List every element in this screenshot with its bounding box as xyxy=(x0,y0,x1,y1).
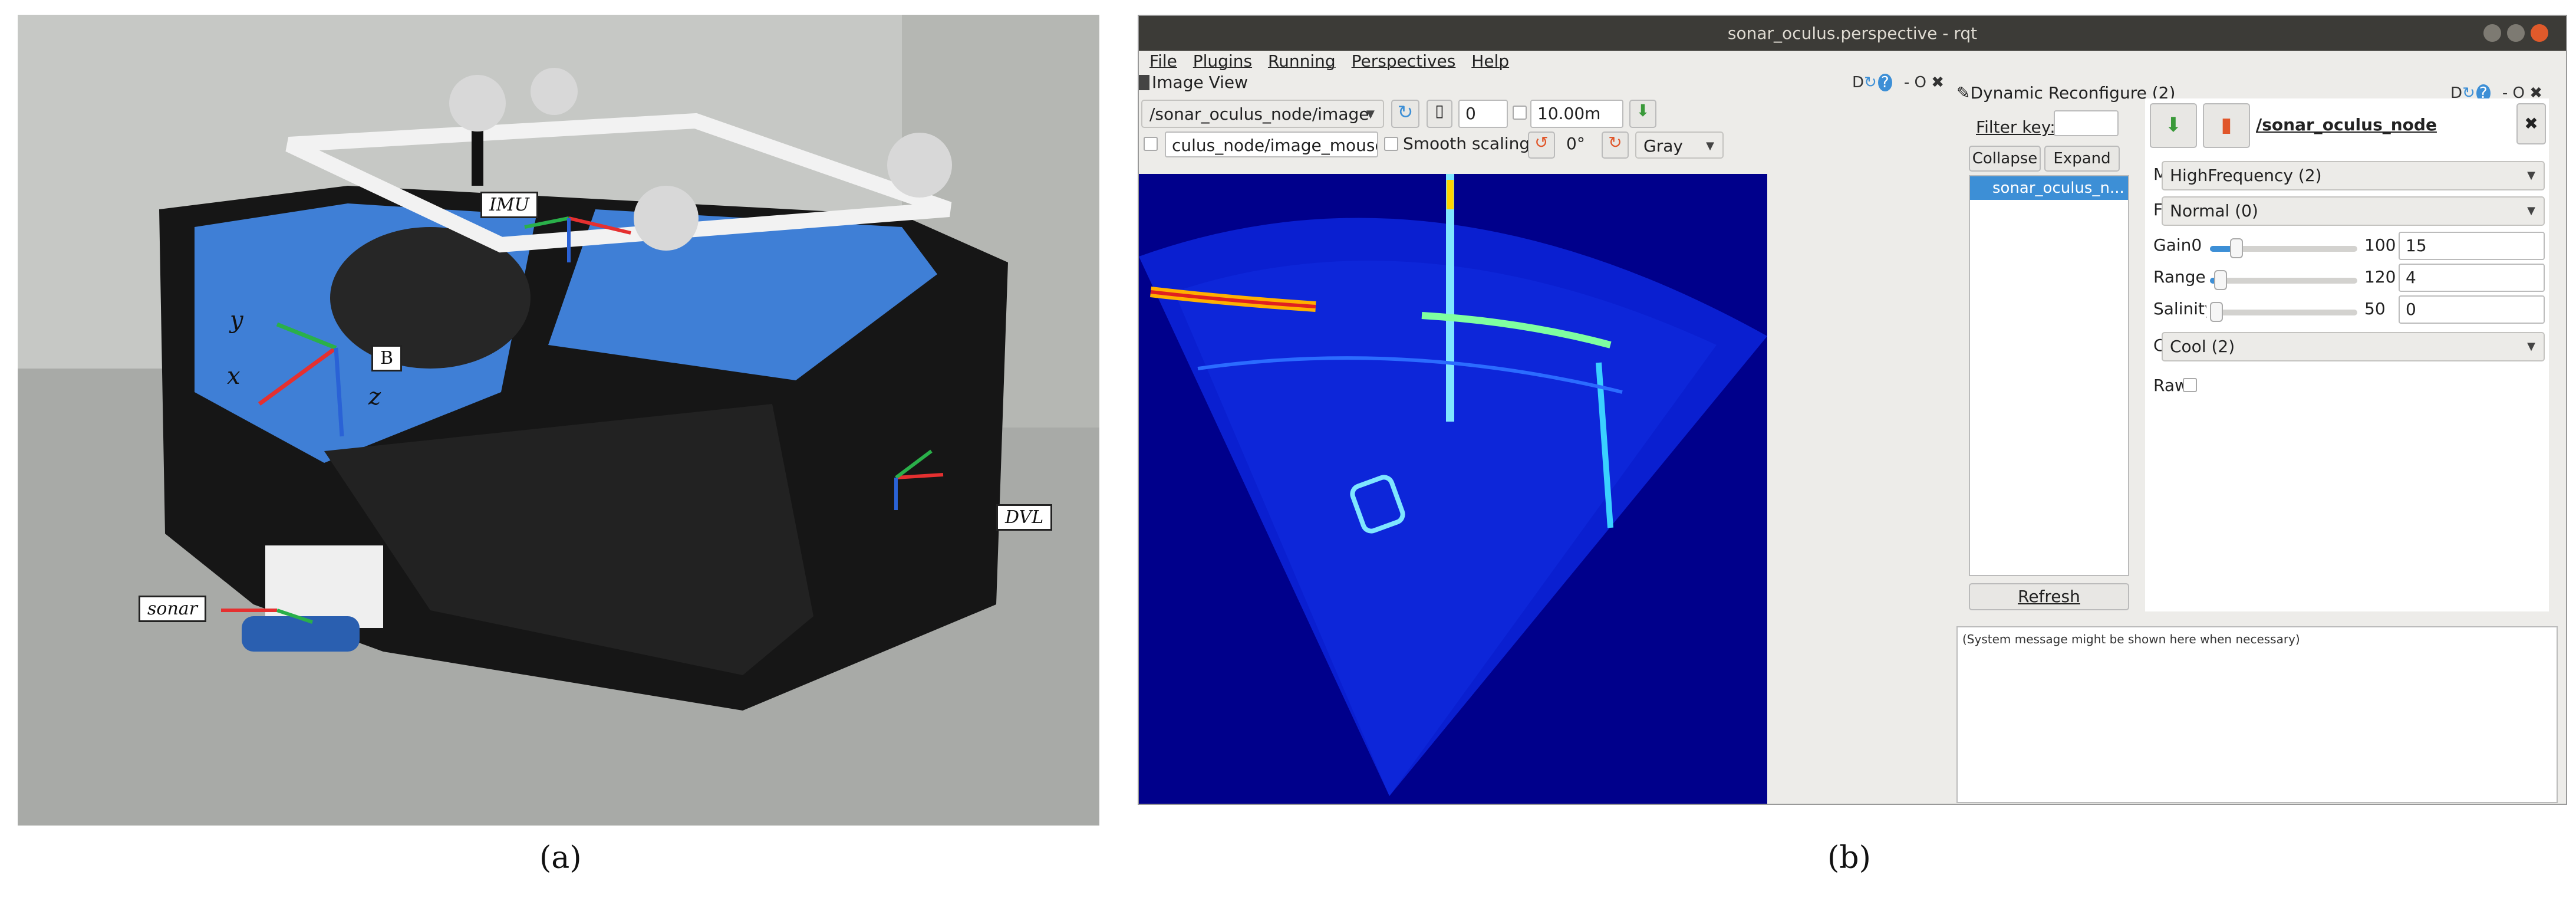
dvl-label: DVL xyxy=(996,504,1053,531)
expand-all-button[interactable]: Expand all xyxy=(2044,146,2120,191)
range-label-text: Range xyxy=(2153,267,2206,287)
gain-min: 0 xyxy=(2191,235,2202,255)
mode-value: HighFrequency (2) xyxy=(2170,166,2322,185)
salinity-label: Salinity xyxy=(2153,299,2206,318)
topic-value: /sonar_oculus_node/image xyxy=(1149,104,1369,124)
window-title: sonar_oculus.perspective - rqt xyxy=(1727,24,1978,43)
gain-max: 100 xyxy=(2364,235,2396,255)
mode-select[interactable]: HighFrequency (2) ▼ xyxy=(2162,161,2545,190)
salinity-label-text: Salinity xyxy=(2153,299,2206,318)
load-params-button[interactable]: ▮ xyxy=(2203,103,2250,148)
node-tree-item[interactable]: sonar_oculus_n... xyxy=(1970,176,2128,200)
gain-input[interactable]: 15 xyxy=(2399,232,2545,260)
sonar-fan-image xyxy=(1139,174,1767,804)
gain-label-text: Gain xyxy=(2153,235,2192,255)
chevron-down-icon: ▼ xyxy=(2527,340,2535,353)
spin-box[interactable]: 0 xyxy=(1458,100,1508,128)
menu-file[interactable]: File xyxy=(1149,51,1177,71)
rotation-value: 0° xyxy=(1566,134,1585,153)
salinity-slider-handle[interactable] xyxy=(2210,302,2223,322)
collapse-all-button[interactable]: Collapse all xyxy=(1969,146,2041,191)
gain-slider[interactable] xyxy=(2210,238,2357,258)
ping-rate-select[interactable]: Normal (0) ▼ xyxy=(2162,196,2545,226)
dynamic-reconfigure-title: ✎Dynamic Reconfigure (2) xyxy=(1956,83,2175,103)
system-message-text: (System message might be shown here when… xyxy=(1962,632,2300,646)
range-input[interactable]: 4 xyxy=(2399,264,2545,292)
edit-icon: ✎ xyxy=(1956,83,1971,103)
close-node-button[interactable]: ✖ xyxy=(2516,103,2546,144)
window-titlebar: sonar_oculus.perspective - rqt xyxy=(1139,16,2566,51)
node-name: /sonar_oculus_node xyxy=(2256,115,2437,134)
axis-y-label: y xyxy=(230,307,243,334)
imu-label: IMU xyxy=(480,192,538,218)
node-params-panel: ⬇ ▮ /sonar_oculus_node ✖ M HighFrequency… xyxy=(2145,98,2549,611)
save-image-button[interactable]: ⬇ xyxy=(1629,100,1656,128)
node-tree: sonar_oculus_n... xyxy=(1969,175,2129,576)
rotate-right-button[interactable]: ↻ xyxy=(1602,131,1629,159)
salinity-max: 50 xyxy=(2364,299,2386,318)
chevron-down-icon: ▼ xyxy=(2527,205,2535,217)
gain-label: Gain0 xyxy=(2153,235,2202,255)
reload-icon[interactable]: ↻ xyxy=(1864,74,1877,91)
salinity-slider[interactable] xyxy=(2210,302,2357,322)
sonar-label: sonar xyxy=(139,596,207,622)
chevron-down-icon: ▼ xyxy=(2527,169,2535,182)
zoom-button[interactable]: ▯ xyxy=(1427,100,1452,128)
slider-fill xyxy=(2210,246,2233,252)
colormap-value: Gray xyxy=(1643,136,1683,156)
raw-checkbox[interactable] xyxy=(2183,378,2197,392)
topic-select[interactable]: /sonar_oculus_node/image ▼ xyxy=(1141,100,1384,128)
maximize-button[interactable] xyxy=(2507,24,2525,42)
colormap-param-value: Cool (2) xyxy=(2170,337,2235,356)
smooth-scaling-label: Smooth scaling xyxy=(1403,134,1530,153)
mouse-publish-checkbox[interactable] xyxy=(1144,137,1158,151)
minimize-close-controls[interactable]: - O ✖ xyxy=(1904,74,1944,91)
colormap-param-select[interactable]: Cool (2) ▼ xyxy=(2162,332,2545,361)
rov-photo: IMU B DVL sonar y x z xyxy=(18,15,1099,826)
range-checkbox[interactable] xyxy=(1513,106,1527,120)
menu-help[interactable]: Help xyxy=(1471,51,1509,71)
system-message-box: (System message might be shown here when… xyxy=(1956,626,2558,803)
save-params-button[interactable]: ⬇ xyxy=(2150,103,2197,148)
rotate-left-button[interactable]: ↺ xyxy=(1528,131,1555,159)
colormap-select[interactable]: Gray ▼ xyxy=(1635,131,1724,159)
caption-a: (a) xyxy=(539,840,582,876)
gain-slider-handle[interactable] xyxy=(2230,238,2244,258)
menu-running[interactable]: Running xyxy=(1268,51,1336,71)
chevron-down-icon: ▼ xyxy=(1706,140,1714,152)
caption-b: (b) xyxy=(1827,840,1871,876)
range-spinbox[interactable]: 10.00m xyxy=(1530,100,1623,128)
range-label: Range xyxy=(2153,267,2206,287)
ping-rate-value: Normal (0) xyxy=(2170,201,2258,221)
axis-x-label: x xyxy=(227,363,241,390)
salinity-input[interactable]: 0 xyxy=(2399,295,2545,324)
image-view-dock-controls: D↻? - O ✖ xyxy=(1852,74,1944,91)
range-slider[interactable] xyxy=(2210,270,2357,290)
range-slider-handle[interactable] xyxy=(2213,270,2227,290)
image-view-grip-icon[interactable] xyxy=(1139,75,1149,90)
refresh-button[interactable]: Refresh xyxy=(1969,583,2129,610)
filter-key-label: Filter key: xyxy=(1976,117,2055,137)
sonar-image-canvas[interactable] xyxy=(1139,174,1767,804)
mouse-topic-input[interactable]: culus_node/image_mouse_left xyxy=(1165,131,1378,157)
help-icon[interactable]: ? xyxy=(1877,74,1892,91)
minimize-button[interactable] xyxy=(2483,24,2501,42)
rov-illustration xyxy=(18,15,1099,826)
body-frame-label: B xyxy=(371,345,403,371)
close-button[interactable] xyxy=(2531,24,2548,42)
range-max: 120 xyxy=(2364,267,2396,287)
smooth-scaling-checkbox[interactable] xyxy=(1384,137,1398,151)
filter-key-input[interactable] xyxy=(2054,110,2119,136)
chevron-down-icon: ▼ xyxy=(1366,108,1375,120)
refresh-topics-button[interactable]: ↻ xyxy=(1391,100,1419,128)
menu-bar: File Plugins Running Perspectives Help xyxy=(1139,51,2566,72)
menu-perspectives[interactable]: Perspectives xyxy=(1352,51,1456,71)
menu-plugins[interactable]: Plugins xyxy=(1193,51,1252,71)
rqt-window: sonar_oculus.perspective - rqt File Plug… xyxy=(1138,15,2567,805)
dock-button[interactable]: D xyxy=(1852,74,1864,91)
axis-z-label: z xyxy=(368,383,381,410)
image-view-title: Image View xyxy=(1152,73,1249,92)
